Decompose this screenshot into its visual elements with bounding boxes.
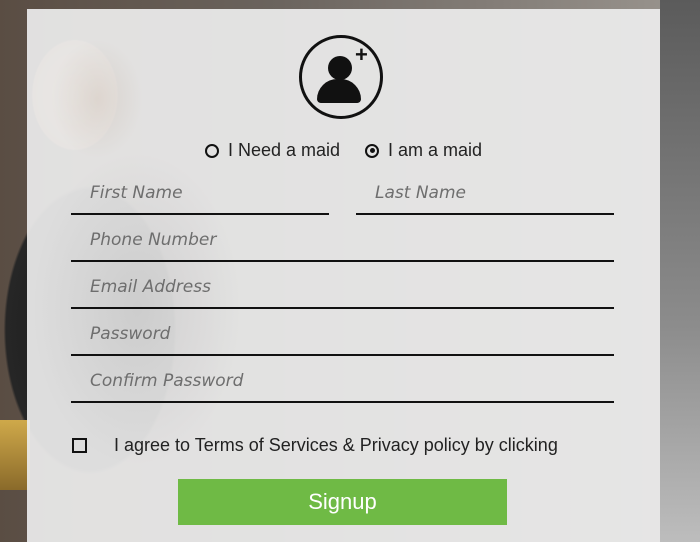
email-address-input[interactable] [71,273,614,309]
background-photo-edge [660,0,700,542]
role-option-am-maid[interactable]: I am a maid [365,140,482,161]
password-input[interactable] [71,320,614,356]
plus-icon: + [355,42,368,67]
signup-button[interactable]: Signup [178,479,507,525]
first-name-input[interactable] [71,179,329,215]
role-selector: I Need a maid I am a maid [27,140,660,163]
add-user-icon: + [299,35,383,119]
avatar-head [328,56,352,80]
last-name-input[interactable] [356,179,614,215]
radio-need-maid[interactable] [204,143,219,158]
terms-checkbox[interactable] [72,438,87,453]
phone-number-input[interactable] [71,226,614,262]
terms-agreement: I agree to Terms of Services & Privacy p… [72,435,558,456]
role-option-label: I am a maid [388,140,483,160]
signup-panel: + I Need a maid I am a maid I agree to T… [27,9,660,542]
role-option-label: I Need a maid [227,140,340,160]
radio-am-maid[interactable] [365,143,380,158]
terms-label: I agree to Terms of Services & Privacy p… [114,435,558,455]
confirm-password-input[interactable] [71,367,614,403]
role-option-need-maid[interactable]: I Need a maid [204,140,340,161]
avatar-body [317,79,361,103]
background-photo-detail [0,420,30,490]
